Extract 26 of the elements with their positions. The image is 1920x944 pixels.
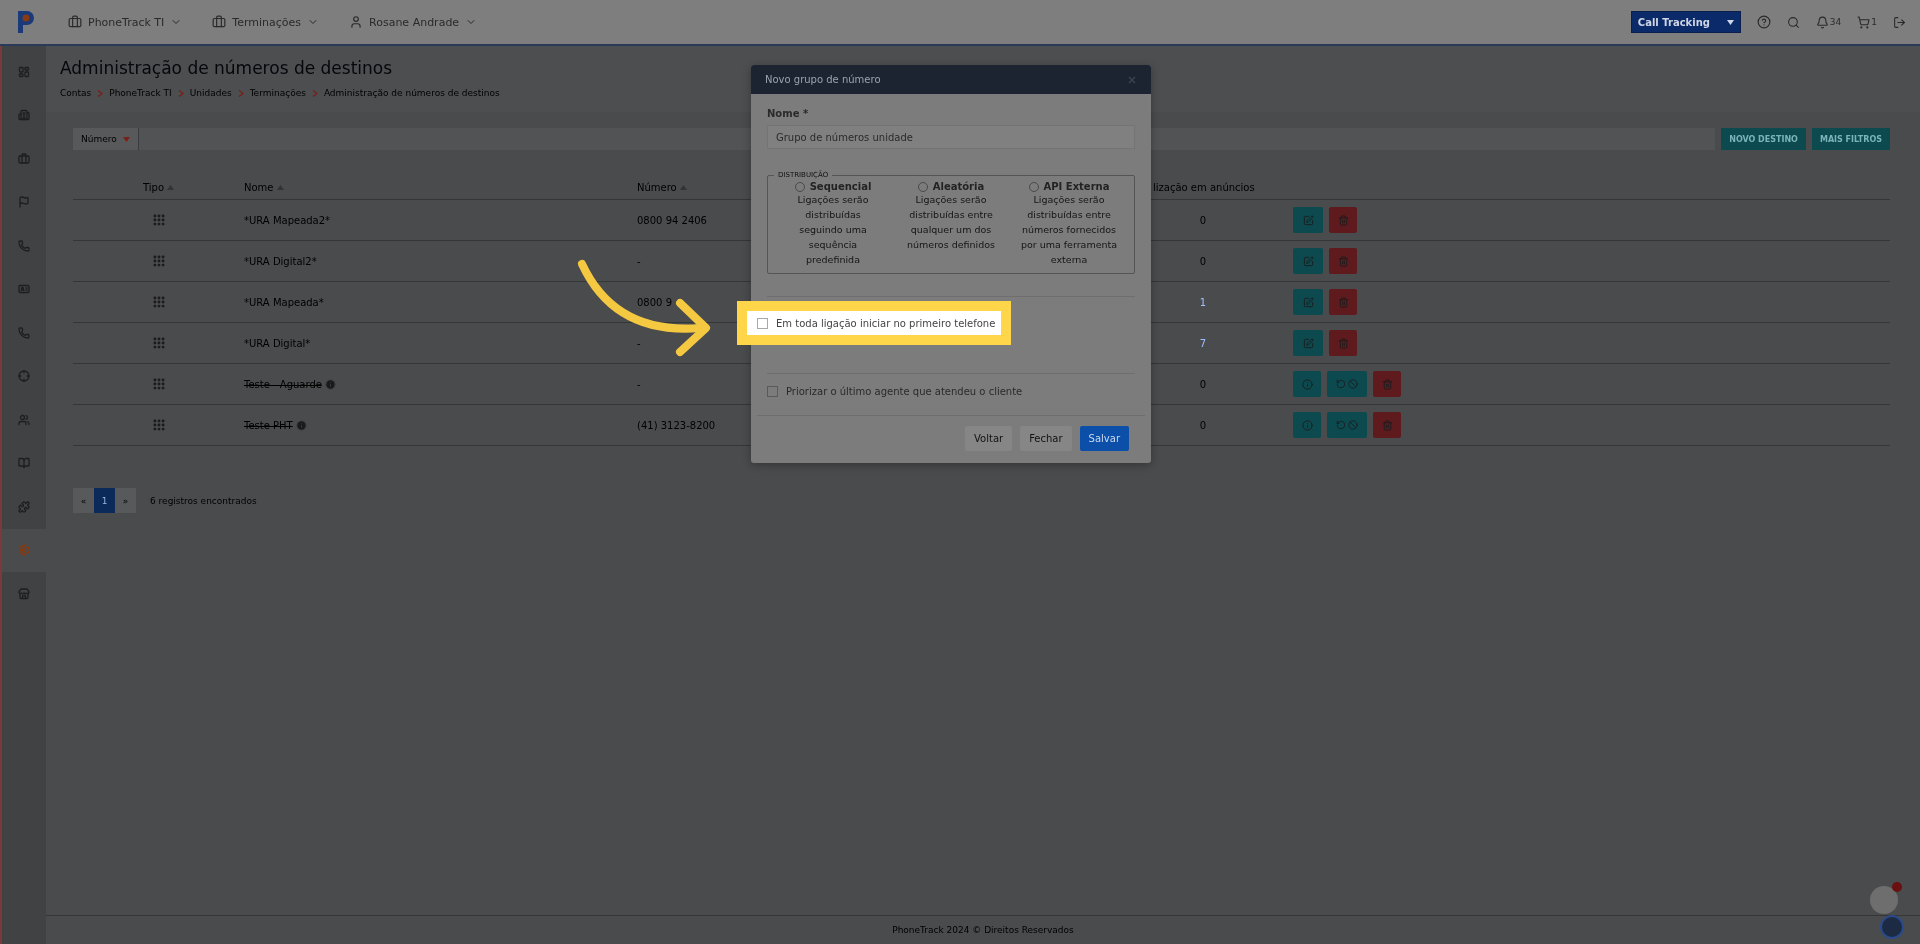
checkbox-label: Priorizar o último agente que atendeu o cliente — [786, 386, 1023, 397]
table-cell: *URA Digital* — [244, 337, 311, 349]
table-cell: *URA Mapeada2* — [244, 214, 331, 226]
table-cell: *URA Mapeada* — [244, 296, 324, 308]
table-cell: 0800 94 2406 — [637, 214, 707, 226]
record-count: 6 registros encontrados — [150, 495, 257, 506]
table-cell: *URA Digital2* — [244, 255, 317, 267]
option-description: Ligações serão distribuídas seguindo uma sequência predefinida — [796, 193, 870, 267]
table-cell: - — [637, 255, 641, 267]
table-cell: - — [637, 378, 641, 390]
option-description: Ligações serão distribuídas entre qualquer um dos números definidos — [906, 193, 996, 252]
table-cell: Teste PHT — [244, 419, 293, 431]
table-cell: 0 — [1199, 255, 1207, 267]
field-label: Nome * — [767, 108, 810, 119]
column-header: lização em anúncios — [1153, 182, 1253, 200]
table-cell: 0 — [1199, 378, 1207, 390]
option-description: Ligações serão distribuídas entre números fornecidos por uma ferramenta externa — [1020, 193, 1118, 267]
table-cell: (41) 3123-8200 — [637, 419, 716, 431]
table-cell: 0800 9 — [637, 296, 672, 308]
table-cell: - — [637, 337, 641, 349]
checkbox-label: Em toda ligação iniciar no primeiro telefone — [776, 317, 996, 329]
table-cell: Teste - Aguarde — [244, 378, 322, 390]
table-cell: 0 — [1199, 214, 1207, 226]
page-title: Administração de números de destinos — [60, 58, 394, 78]
modal-title: Novo grupo de número — [765, 74, 881, 85]
table-cell: 0 — [1199, 419, 1207, 431]
